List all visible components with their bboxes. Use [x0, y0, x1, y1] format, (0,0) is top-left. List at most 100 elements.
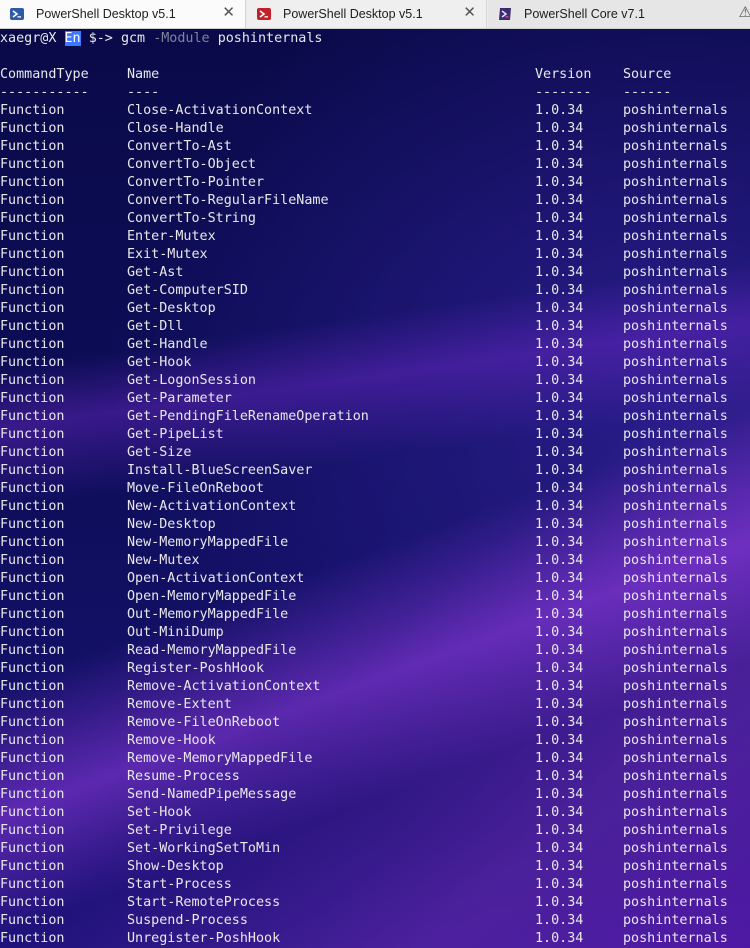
- cell-commandtype: Function: [0, 895, 65, 910]
- powershell-core-icon: [499, 8, 511, 20]
- cell-version: 1.0.34: [535, 697, 584, 712]
- cell-source: poshinternals: [623, 769, 728, 784]
- close-tab-icon[interactable]: ✕: [222, 5, 235, 21]
- cell-name: ConvertTo-String: [127, 211, 256, 226]
- cell-source: poshinternals: [623, 913, 728, 928]
- terminal-output[interactable]: xaegr@X En $-> gcm -Module poshinternals…: [0, 29, 750, 948]
- tab-powershell-desktop-2[interactable]: PowerShell Desktop v5.1 ✕: [247, 0, 487, 28]
- cell-source: poshinternals: [623, 211, 728, 226]
- close-tab-icon[interactable]: ✕: [463, 5, 476, 21]
- cell-source: poshinternals: [623, 355, 728, 370]
- cell-name: Move-FileOnReboot: [127, 481, 265, 496]
- cell-commandtype: Function: [0, 373, 65, 388]
- cell-version: 1.0.34: [535, 625, 584, 640]
- cell-commandtype: Function: [0, 571, 65, 586]
- header-commandtype: CommandType: [0, 67, 89, 82]
- warning-icon[interactable]: ⚠: [739, 5, 750, 21]
- cell-commandtype: Function: [0, 445, 65, 460]
- cell-name: Show-Desktop: [127, 859, 224, 874]
- cell-name: Remove-ActivationContext: [127, 679, 321, 694]
- cell-source: poshinternals: [623, 517, 728, 532]
- cell-commandtype: Function: [0, 787, 65, 802]
- cell-source: poshinternals: [623, 193, 728, 208]
- cell-commandtype: Function: [0, 823, 65, 838]
- cell-name: Remove-MemoryMappedFile: [127, 751, 313, 766]
- separator-commandtype: -----------: [0, 85, 89, 100]
- cell-name: Start-Process: [127, 877, 232, 892]
- cell-name: Remove-Extent: [127, 697, 232, 712]
- cell-commandtype: Function: [0, 409, 65, 424]
- cell-version: 1.0.34: [535, 859, 584, 874]
- cell-name: New-MemoryMappedFile: [127, 535, 289, 550]
- cell-source: poshinternals: [623, 535, 728, 550]
- cell-source: poshinternals: [623, 337, 728, 352]
- cell-commandtype: Function: [0, 913, 65, 928]
- cell-commandtype: Function: [0, 679, 65, 694]
- cell-commandtype: Function: [0, 769, 65, 784]
- tab-strip: PowerShell Desktop v5.1 ✕ PowerShell Des…: [0, 0, 750, 29]
- cell-version: 1.0.34: [535, 193, 584, 208]
- cell-name: Start-RemoteProcess: [127, 895, 281, 910]
- cell-version: 1.0.34: [535, 679, 584, 694]
- cell-name: Suspend-Process: [127, 913, 248, 928]
- table-header-separator: ----------- ---- ------- ------: [0, 84, 671, 102]
- cell-source: poshinternals: [623, 157, 728, 172]
- cell-source: poshinternals: [623, 265, 728, 280]
- cell-commandtype: Function: [0, 319, 65, 334]
- cell-source: poshinternals: [623, 247, 728, 262]
- cell-commandtype: Function: [0, 355, 65, 370]
- cell-version: 1.0.34: [535, 481, 584, 496]
- cell-name: Open-MemoryMappedFile: [127, 589, 297, 604]
- cell-commandtype: Function: [0, 481, 65, 496]
- cell-source: poshinternals: [623, 499, 728, 514]
- cell-commandtype: Function: [0, 607, 65, 622]
- cell-source: poshinternals: [623, 373, 728, 388]
- cell-source: poshinternals: [623, 823, 728, 838]
- cell-name: Remove-Hook: [127, 733, 216, 748]
- prompt-line: xaegr@X En $-> gcm -Module poshinternals: [0, 30, 323, 48]
- cell-commandtype: Function: [0, 391, 65, 406]
- cell-source: poshinternals: [623, 175, 728, 190]
- cell-source: poshinternals: [623, 895, 728, 910]
- tab-label: PowerShell Desktop v5.1: [36, 7, 176, 21]
- cell-version: 1.0.34: [535, 535, 584, 550]
- cell-commandtype: Function: [0, 499, 65, 514]
- cell-name: Get-LogonSession: [127, 373, 256, 388]
- tab-powershell-core[interactable]: PowerShell Core v7.1 ⚠: [488, 0, 750, 28]
- cell-commandtype: Function: [0, 175, 65, 190]
- command-name: gcm: [120, 31, 146, 46]
- cell-commandtype: Function: [0, 751, 65, 766]
- cell-name: Get-PipeList: [127, 427, 224, 442]
- cell-commandtype: Function: [0, 157, 65, 172]
- cell-version: 1.0.34: [535, 265, 584, 280]
- cell-source: poshinternals: [623, 283, 728, 298]
- cell-commandtype: Function: [0, 931, 65, 946]
- cell-version: 1.0.34: [535, 211, 584, 226]
- cell-version: 1.0.34: [535, 409, 584, 424]
- header-source: Source: [623, 67, 672, 82]
- prompt-symbol: $->: [88, 31, 113, 46]
- cell-source: poshinternals: [623, 697, 728, 712]
- cell-name: Get-Size: [127, 445, 192, 460]
- cell-version: 1.0.34: [535, 373, 584, 388]
- cell-version: 1.0.34: [535, 661, 584, 676]
- separator-name: ----: [127, 85, 160, 100]
- cell-version: 1.0.34: [535, 283, 584, 298]
- cell-name: Get-Parameter: [127, 391, 232, 406]
- cell-version: 1.0.34: [535, 841, 584, 856]
- cell-name: Get-Ast: [127, 265, 184, 280]
- tab-label: PowerShell Core v7.1: [524, 7, 645, 21]
- tab-powershell-desktop-1[interactable]: PowerShell Desktop v5.1 ✕: [0, 0, 246, 28]
- cell-commandtype: Function: [0, 139, 65, 154]
- cell-version: 1.0.34: [535, 805, 584, 820]
- header-name: Name: [127, 67, 160, 82]
- cell-version: 1.0.34: [535, 301, 584, 316]
- cell-name: Get-ComputerSID: [127, 283, 248, 298]
- cell-source: poshinternals: [623, 643, 728, 658]
- cell-version: 1.0.34: [535, 877, 584, 892]
- cell-version: 1.0.34: [535, 607, 584, 622]
- cell-commandtype: Function: [0, 715, 65, 730]
- cell-version: 1.0.34: [535, 247, 584, 262]
- prompt-user: xaegr@X: [0, 31, 57, 46]
- cell-version: 1.0.34: [535, 499, 584, 514]
